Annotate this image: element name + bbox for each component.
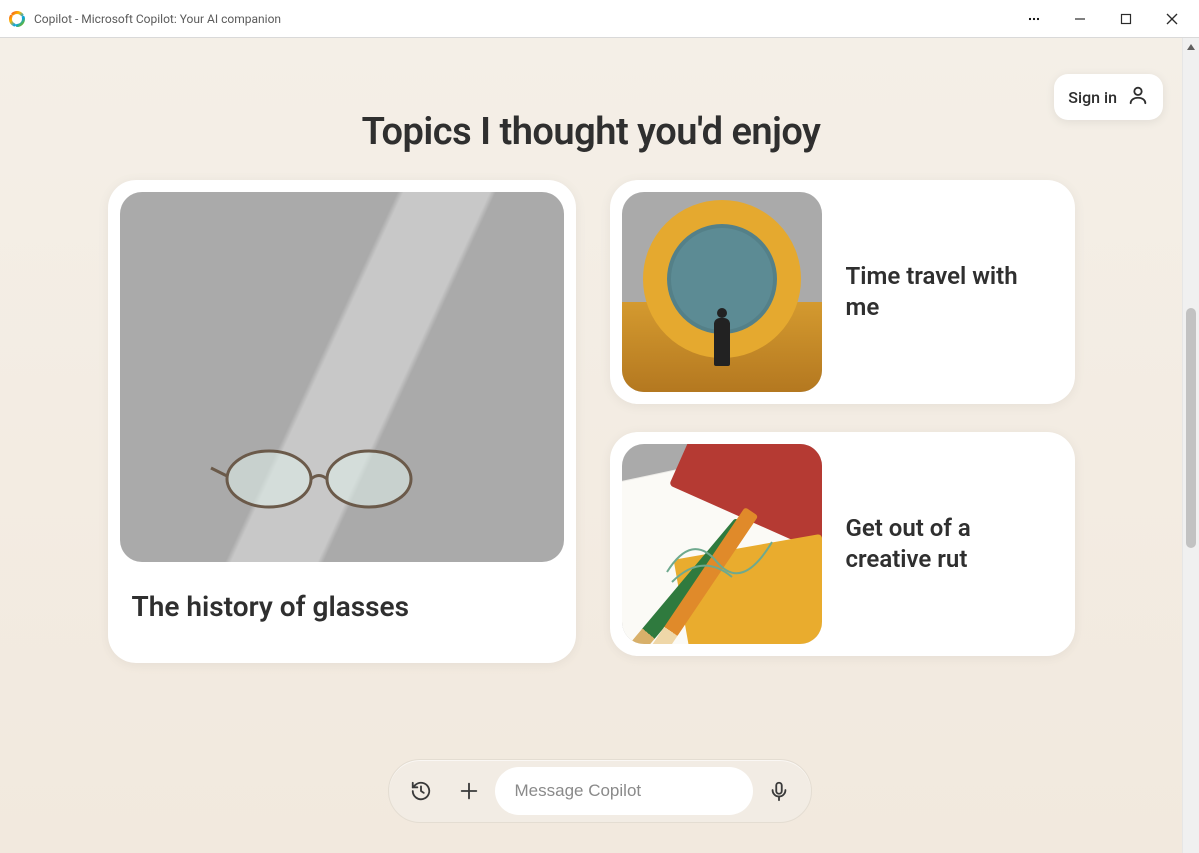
message-input[interactable] [515,781,733,801]
topic-card-creative-rut[interactable]: Get out of a creative rut [610,432,1075,656]
topic-card-glasses[interactable]: The history of glasses [108,180,576,663]
history-button[interactable] [399,769,443,813]
vertical-scrollbar[interactable] [1182,38,1199,853]
topic-image-desk [622,444,822,644]
minimize-button[interactable] [1057,0,1103,37]
window-titlebar: Copilot - Microsoft Copilot: Your AI com… [0,0,1199,38]
window-title: Copilot - Microsoft Copilot: Your AI com… [34,12,281,26]
topic-card-time-travel[interactable]: Time travel with me [610,180,1075,404]
message-input-wrap [495,767,753,815]
page-heading: Topics I thought you'd enjoy [0,110,1182,154]
scroll-up-arrow[interactable] [1183,38,1199,56]
maximize-button[interactable] [1103,0,1149,37]
user-icon [1127,84,1149,110]
topic-title: Get out of a creative rut [846,513,1063,575]
topic-title: Time travel with me [846,261,1063,323]
topic-cards: The history of glasses Time travel with … [0,180,1182,663]
microphone-button[interactable] [757,769,801,813]
composer [388,759,812,823]
window-controls [1011,0,1195,37]
sign-in-label: Sign in [1068,88,1117,107]
topic-image-glasses [120,192,564,562]
topic-image-portal [622,192,822,392]
new-chat-button[interactable] [447,769,491,813]
copilot-icon [8,10,26,28]
topic-title: The history of glasses [108,562,576,663]
app-client: Sign in Topics I thought you'd enjoy [0,38,1199,853]
close-button[interactable] [1149,0,1195,37]
more-button[interactable] [1011,0,1057,37]
scrollbar-thumb[interactable] [1186,308,1196,548]
